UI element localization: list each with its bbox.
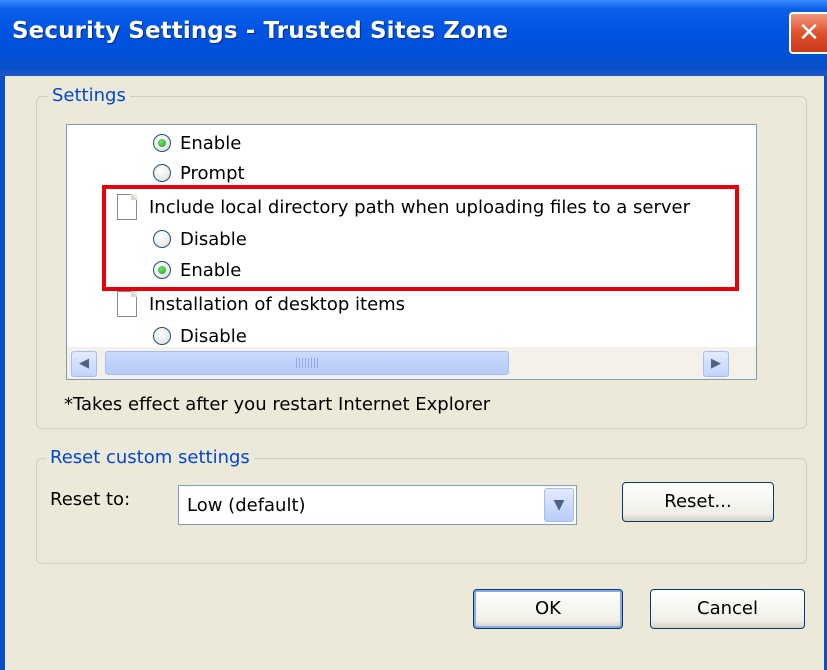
close-icon: ✕: [798, 18, 820, 48]
scroll-right-button[interactable]: ▶: [703, 351, 729, 377]
horizontal-scroll-thumb[interactable]: [105, 351, 509, 375]
option-prompt-row[interactable]: Prompt: [153, 159, 245, 187]
reset-to-value: Low (default): [187, 495, 306, 516]
page-icon: [117, 291, 137, 317]
close-button[interactable]: ✕: [789, 12, 827, 54]
scroll-grip-icon: [296, 358, 320, 368]
reset-to-label: Reset to:: [50, 489, 131, 510]
window-title: Security Settings - Trusted Sites Zone: [12, 18, 509, 44]
horizontal-scrollbar[interactable]: ◀ ▶: [67, 347, 756, 379]
radio-checked-icon[interactable]: [153, 134, 171, 152]
reset-button[interactable]: Reset...: [622, 482, 774, 522]
reset-to-dropdown[interactable]: Low (default) ▼: [178, 485, 577, 525]
highlight-annotation: [102, 185, 739, 291]
reset-group-label: Reset custom settings: [46, 447, 254, 468]
option-label: Disable: [180, 325, 247, 347]
option-disable-row[interactable]: Disable: [153, 322, 247, 350]
setting-installation-desktop-items: Installation of desktop items: [117, 290, 405, 318]
settings-group-label: Settings: [48, 85, 130, 106]
window-frame-left: [0, 76, 5, 670]
scroll-left-button[interactable]: ◀: [71, 351, 97, 377]
option-label: Enable: [180, 132, 242, 154]
radio-unchecked-icon[interactable]: [153, 327, 171, 345]
chevron-down-icon[interactable]: ▼: [544, 488, 574, 522]
restart-note: *Takes effect after you restart Internet…: [64, 394, 491, 415]
option-enable-row[interactable]: Enable: [153, 129, 241, 157]
option-label: Prompt: [180, 162, 245, 184]
title-bar[interactable]: Security Settings - Trusted Sites Zone ✕: [0, 0, 827, 76]
setting-label: Installation of desktop items: [149, 293, 406, 315]
radio-unchecked-icon[interactable]: [153, 164, 171, 182]
cancel-button[interactable]: Cancel: [650, 589, 805, 629]
ok-button[interactable]: OK: [473, 589, 623, 629]
